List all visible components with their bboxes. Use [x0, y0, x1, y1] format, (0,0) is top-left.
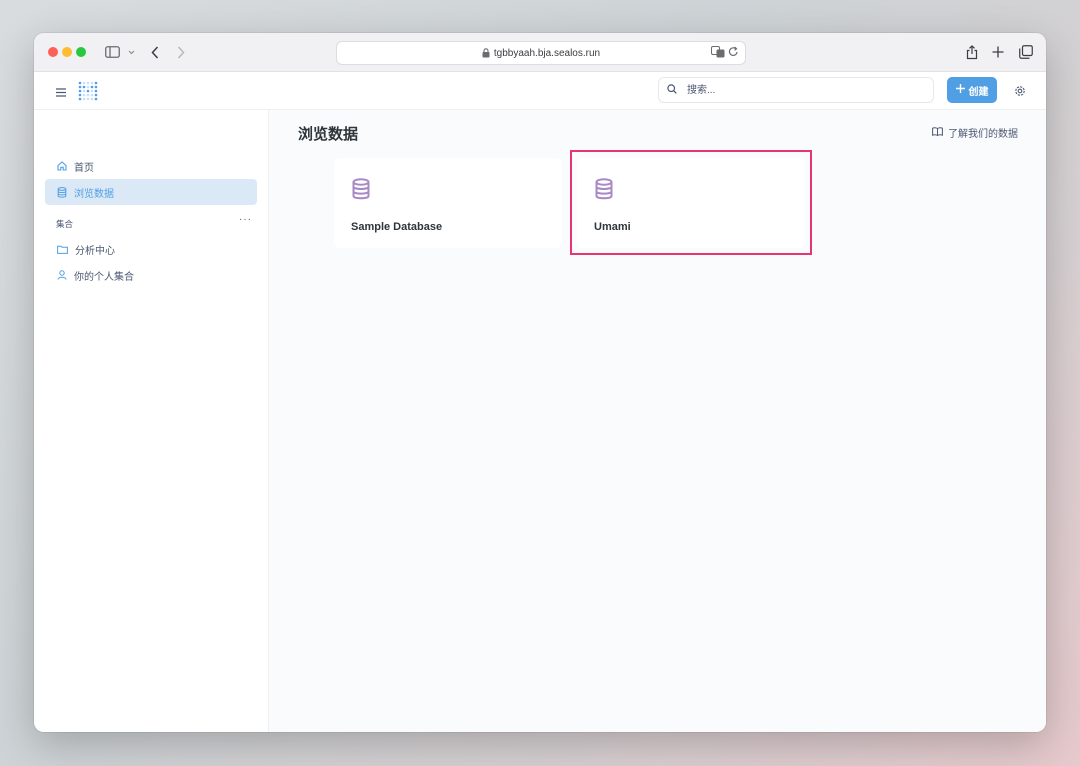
page-title: 浏览数据	[298, 126, 359, 143]
person-icon	[57, 270, 67, 280]
share-icon[interactable]	[964, 42, 980, 62]
database-icon	[594, 178, 614, 205]
tab-overview-icon[interactable]	[1018, 42, 1034, 62]
database-name: Sample Database	[351, 221, 443, 233]
url-text: tgbbyaah.bja.sealos.run	[493, 47, 601, 59]
new-tab-icon[interactable]	[990, 42, 1006, 62]
reload-icon[interactable]	[728, 46, 739, 61]
sidebar-item-label: 首页	[74, 162, 94, 174]
sidebar-item-analytics[interactable]: 分析中心	[45, 236, 257, 262]
search-bar[interactable]	[658, 77, 934, 103]
sidebar-item-browse-data[interactable]: 浏览数据	[45, 179, 257, 205]
forward-icon[interactable]	[174, 42, 188, 62]
sidebar: 首页 浏览数据 集合 ··· 分析中心 你的个人集合	[34, 110, 269, 732]
home-icon	[57, 161, 67, 171]
sidebar-item-home[interactable]: 首页	[45, 153, 257, 179]
chevron-down-icon[interactable]	[126, 42, 136, 62]
database-icon	[57, 186, 67, 198]
app-header: 创建	[34, 72, 1046, 110]
hamburger-menu-icon[interactable]	[56, 84, 66, 102]
learn-about-data-link[interactable]: 了解我们的数据	[932, 125, 1018, 140]
sidebar-item-label: 浏览数据	[74, 188, 114, 200]
close-window-button[interactable]	[48, 47, 58, 57]
sidebar-toggle-icon[interactable]	[104, 42, 120, 62]
book-icon	[932, 126, 943, 139]
sidebar-item-label: 你的个人集合	[74, 271, 134, 283]
browser-toolbar: tgbbyaah.bja.sealos.run	[34, 33, 1046, 72]
translate-icon[interactable]	[711, 46, 725, 61]
plus-icon	[955, 84, 965, 96]
back-icon[interactable]	[148, 42, 162, 62]
browser-window: tgbbyaah.bja.sealos.run 搜索... 创建 首页 浏览数据…	[34, 33, 1046, 732]
minimize-window-button[interactable]	[62, 47, 72, 57]
search-input[interactable]	[685, 83, 909, 97]
create-button[interactable]: 创建	[947, 77, 997, 103]
database-icon	[351, 178, 371, 205]
database-card-umami[interactable]: Umami	[577, 158, 805, 248]
create-button-label: 创建	[968, 86, 989, 98]
learn-link-label: 了解我们的数据	[948, 129, 1018, 140]
sidebar-item-personal-collection[interactable]: 你的个人集合	[45, 262, 257, 288]
search-icon	[667, 81, 677, 99]
metabase-logo[interactable]	[78, 81, 98, 106]
lock-icon	[482, 48, 490, 58]
zoom-window-button[interactable]	[76, 47, 86, 57]
database-card-sample[interactable]: Sample Database	[334, 158, 562, 248]
collections-section-label: 集合	[56, 219, 74, 229]
gear-icon[interactable]	[1014, 84, 1026, 102]
address-bar[interactable]: tgbbyaah.bja.sealos.run	[336, 41, 746, 65]
collections-more-button[interactable]: ···	[239, 214, 252, 225]
main-content: 浏览数据 了解我们的数据 Sample Database Umami	[269, 110, 1046, 732]
folder-icon	[57, 245, 68, 254]
sidebar-item-label: 分析中心	[75, 245, 115, 257]
database-name: Umami	[594, 221, 631, 233]
